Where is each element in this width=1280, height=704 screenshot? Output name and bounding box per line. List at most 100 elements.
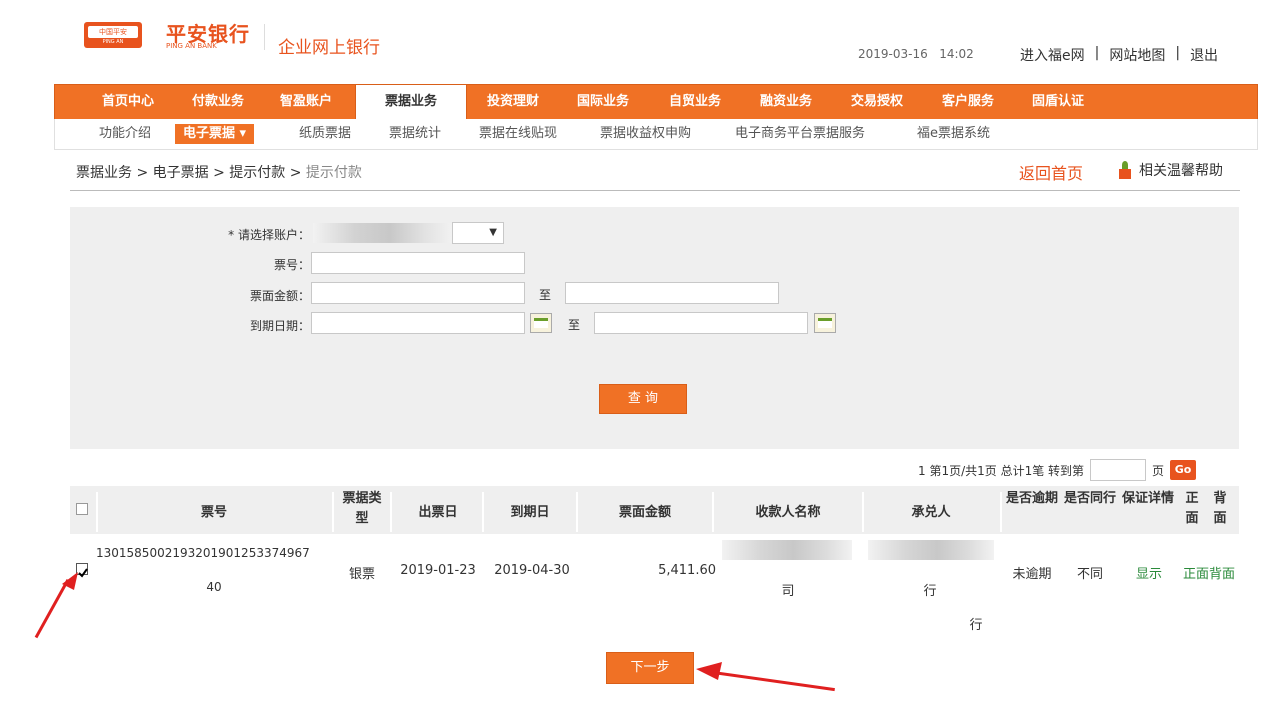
help-link[interactable]: 相关温馨帮助 — [1117, 160, 1223, 180]
col-bill-no: 票号 — [200, 505, 227, 520]
breadcrumb-path: 票据业务 > 电子票据 > 提示付款 > — [76, 165, 306, 181]
due-date-to-input[interactable] — [594, 312, 808, 334]
pagination: 1 第1页/共1页 总计1笔 转到第 页 Go — [918, 459, 1197, 481]
account-label: * 请选择账户： — [228, 228, 310, 242]
col-overdue: 是否逾期 — [1006, 491, 1059, 506]
breadcrumb-current: 提示付款 — [305, 165, 362, 181]
bank-name-en: PING AN BANK — [166, 42, 217, 50]
go-button[interactable]: Go — [1170, 460, 1197, 480]
amount-label: 票面金额： — [249, 289, 310, 303]
sitemap-link[interactable]: 网站地图 — [1109, 45, 1165, 65]
link-divider: | — [1175, 45, 1181, 61]
nav-item-payment[interactable]: 付款业务 — [177, 85, 259, 119]
col-divider — [390, 492, 392, 532]
issue-date: 2019-01-23 — [400, 563, 476, 578]
nav-item-financing[interactable]: 融资业务 — [745, 85, 827, 119]
subnav-ecommerce-service[interactable]: 电子商务平台票据服务 — [735, 124, 865, 144]
col-acceptor: 承兑人 — [911, 505, 951, 520]
help-label: 相关温馨帮助 — [1139, 163, 1223, 179]
bill-type: 银票 — [348, 567, 375, 582]
logo-text: 中国平安 — [88, 26, 138, 38]
acceptor-redacted — [868, 540, 994, 560]
bill-no-input[interactable] — [311, 252, 525, 274]
page-number-input[interactable] — [1090, 459, 1147, 481]
same-bank-status: 不同 — [1076, 567, 1103, 582]
divider — [70, 190, 1240, 191]
col-divider — [1000, 492, 1002, 532]
date: 2019-03-16 — [858, 47, 928, 61]
amount-to-input[interactable] — [565, 282, 779, 304]
col-divider — [576, 492, 578, 532]
col-bill-type: 票据类型 — [342, 491, 382, 526]
col-divider — [96, 492, 98, 532]
nav-item-bills[interactable]: 票据业务 — [355, 85, 467, 123]
subnav-online-discount[interactable]: 票据在线贴现 — [479, 124, 557, 144]
plant-icon — [1117, 161, 1133, 179]
amount-from-input[interactable] — [311, 282, 525, 304]
bank-logo: 中国平安 PING AN — [84, 22, 142, 48]
acceptor-tail: 行 — [923, 584, 937, 599]
nav-item-home[interactable]: 首页中心 — [85, 85, 171, 119]
portal-title: 企业网上银行 — [278, 38, 380, 58]
nav-item-shield[interactable]: 固盾认证 — [1017, 85, 1099, 119]
nav-item-invest[interactable]: 投资理财 — [473, 85, 553, 119]
col-front: 正面 — [1185, 491, 1199, 526]
calendar-icon[interactable] — [530, 313, 552, 333]
account-value-redacted — [313, 223, 453, 243]
link-divider: | — [1094, 45, 1100, 61]
fue-link[interactable]: 进入福e网 — [1020, 45, 1085, 65]
arrowhead-icon — [62, 572, 78, 590]
due-date-label: 到期日期： — [249, 319, 310, 333]
bill-no-label: 票号： — [273, 258, 310, 272]
datetime: 2019-03-16 14:02 — [858, 47, 974, 61]
logout-link[interactable]: 退出 — [1190, 45, 1218, 65]
col-guarantee: 保证详情 — [1122, 491, 1175, 506]
next-step-button[interactable]: 下一步 — [606, 652, 694, 684]
time: 14:02 — [939, 47, 974, 61]
col-back: 背面 — [1213, 491, 1227, 526]
bill-no-line1: 130158500219320190125337496​7 — [96, 546, 310, 560]
arrowhead-icon — [696, 662, 722, 680]
nav-item-international[interactable]: 国际业务 — [561, 85, 645, 119]
nav-item-ftz[interactable]: 自贸业务 — [653, 85, 737, 119]
query-button[interactable]: 查 询 — [599, 384, 687, 414]
col-due-date: 到期日 — [510, 505, 550, 520]
due-date-from-input[interactable] — [311, 312, 525, 334]
top-links: 进入福e网 | 网站地图 | 退出 — [1020, 45, 1218, 65]
nav-item-smart-account[interactable]: 智盈账户 — [265, 85, 347, 119]
chevron-down-icon: ▼ — [489, 227, 497, 238]
payee-redacted — [722, 540, 852, 560]
due-date: 2019-04-30 — [494, 563, 570, 578]
due-date-to-label: 至 — [568, 318, 581, 332]
col-divider — [712, 492, 714, 532]
acceptor-tail-2: 行 — [969, 618, 983, 633]
payee-tail: 司 — [781, 584, 795, 599]
main-nav: 首页中心 付款业务 智盈账户 票据业务 投资理财 国际业务 自贸业务 融资业务 … — [54, 84, 1258, 123]
guarantee-show-link[interactable]: 显示 — [1124, 563, 1174, 582]
col-divider — [862, 492, 864, 532]
arrow-shaft — [705, 670, 835, 692]
page-suffix: 页 — [1152, 463, 1165, 478]
subnav-paper-bills[interactable]: 纸质票据 — [299, 124, 351, 144]
sub-nav: 功能介绍 电子票据 ▾ 纸质票据 票据统计 票据在线贴现 票据收益权申购 电子商… — [54, 119, 1258, 150]
subnav-electronic-bills[interactable]: 电子票据 ▾ — [175, 124, 255, 144]
col-divider — [332, 492, 334, 532]
pagination-info: 1 第1页/共1页 总计1笔 转到第 — [918, 463, 1085, 478]
subnav-yield-subscription[interactable]: 票据收益权申购 — [600, 124, 691, 144]
return-home-link[interactable]: 返回首页 — [1019, 160, 1083, 184]
subnav-intro[interactable]: 功能介绍 — [99, 124, 151, 144]
subnav-bill-stats[interactable]: 票据统计 — [389, 124, 441, 144]
col-same-bank: 是否同行 — [1064, 491, 1117, 506]
nav-item-service[interactable]: 客户服务 — [927, 85, 1009, 119]
calendar-icon[interactable] — [814, 313, 836, 333]
col-payee: 收款人名称 — [755, 505, 821, 520]
select-all-checkbox[interactable] — [76, 503, 88, 515]
amount: 5,411.60 — [658, 563, 716, 578]
front-back-link[interactable]: 正面背面 — [1176, 563, 1242, 582]
col-divider — [482, 492, 484, 532]
nav-item-authorization[interactable]: 交易授权 — [835, 85, 919, 119]
col-amount: 票面金额 — [618, 505, 671, 520]
account-select[interactable]: ▼ — [452, 222, 504, 244]
subnav-fue-bill-system[interactable]: 福e票据系统 — [917, 124, 990, 144]
amount-to-label: 至 — [539, 288, 552, 302]
